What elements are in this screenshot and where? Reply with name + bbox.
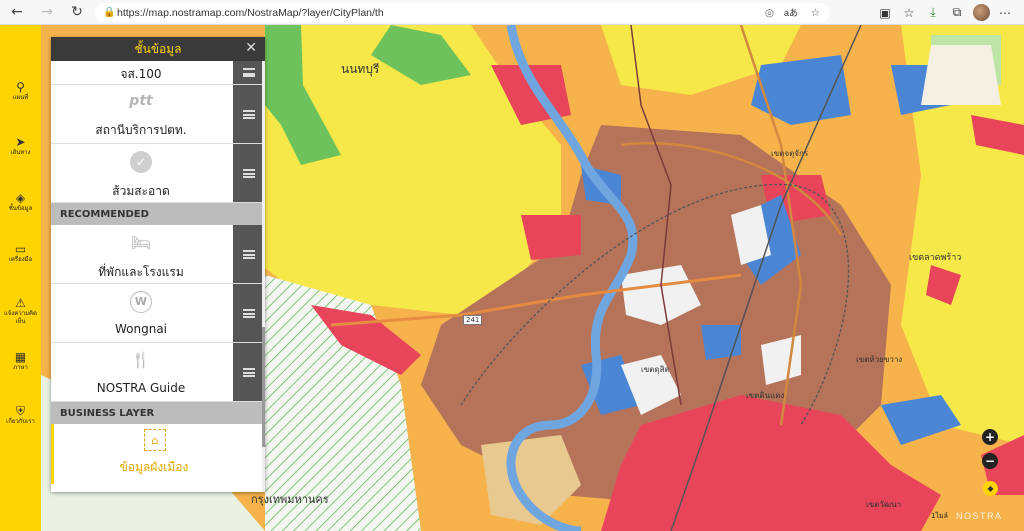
layer-row-ptt[interactable]: ptt สถานีบริการปตท.	[51, 85, 265, 144]
layer-options-button[interactable]	[233, 343, 265, 401]
rail-label: เกี่ยวกับเรา	[6, 418, 35, 425]
map-label-chatuchak: เขตจตุจักร	[771, 149, 809, 158]
read-aloud-icon[interactable]: aあ	[784, 6, 798, 19]
forward-icon[interactable]: →	[36, 1, 58, 23]
map-label-bangkok: กรุงเทพมหานคร	[251, 493, 329, 506]
layer-row-nostra-guide[interactable]: 🍴 NOSTRA Guide	[51, 343, 265, 402]
feedback-icon: ⚠	[15, 296, 26, 310]
list-icon	[243, 249, 255, 259]
recommended-section-header: RECOMMENDED	[51, 203, 265, 225]
download-icon[interactable]: ⤓	[922, 2, 944, 23]
zoom-in-button[interactable]: +	[982, 429, 998, 445]
map-label-dusit: เขตดุสิต	[641, 365, 670, 374]
favorite-star-icon[interactable]: ☆	[811, 7, 820, 19]
rail-item-language[interactable]: ▦ ภาษา	[0, 350, 41, 372]
collections-icon[interactable]: ⧉	[946, 2, 968, 23]
tools-icon: ▭	[14, 242, 27, 256]
list-icon	[243, 308, 255, 318]
wongnai-letter: W	[130, 291, 152, 313]
panel-title: ชั้นข้อมูล	[134, 41, 182, 56]
layer-row-clean-toilet[interactable]: ✓ ส้วมสะอาด	[51, 144, 265, 203]
layer-options-button[interactable]	[233, 284, 265, 342]
layers-icon: ◈	[15, 191, 26, 205]
layer-label: จส.100	[120, 67, 162, 81]
locate-me-button[interactable]: ◆	[983, 481, 998, 496]
layer-row-wongnai[interactable]: W Wongnai	[51, 284, 265, 343]
layer-label: ข้อมูลผังเมือง	[119, 460, 189, 474]
navigation-arrow-icon: ➤	[15, 135, 26, 149]
location-icon[interactable]: ◎	[765, 7, 774, 19]
rail-label: แผนที่	[12, 94, 29, 101]
list-icon	[243, 109, 255, 119]
layer-label: NOSTRA Guide	[96, 381, 186, 395]
list-icon	[243, 168, 255, 178]
map-label-din-daeng: เขตดินแดง	[746, 391, 785, 400]
rail-item-layers[interactable]: ◈ ชั้นข้อมูล	[0, 191, 41, 213]
favorites-icon[interactable]: ☆	[898, 2, 920, 23]
panel-header: ชั้นข้อมูล ✕	[51, 37, 265, 61]
layer-panel: ชั้นข้อมูล ✕ จส.100 ptt สถานีบริการปตท. …	[51, 37, 265, 492]
about-shield-icon: ⛨	[15, 404, 25, 418]
layer-label: ส้วมสะอาด	[112, 184, 170, 198]
bed-icon: 🛏	[130, 233, 152, 252]
layer-row-city-plan[interactable]: ⌂ ข้อมูลผังเมือง	[51, 424, 265, 484]
map-scale: 1ไมล์	[931, 512, 948, 520]
list-icon	[243, 68, 255, 77]
ptt-logo-icon: ptt	[129, 93, 153, 109]
map-label-nonthaburi: นนทบุรี	[341, 62, 380, 76]
rail-label: เส้นทาง	[10, 149, 31, 156]
map-label-lat-phrao: เขตลาดพร้าว	[909, 253, 962, 263]
map-label-huai-khwang: เขตห้วยขวาง	[856, 355, 903, 364]
rail-label: ภาษา	[13, 364, 28, 371]
fork-knife-icon: 🍴	[131, 351, 151, 369]
map-label-watthana: เขตวัฒนา	[866, 500, 902, 509]
back-icon[interactable]: ←	[6, 1, 28, 23]
layer-options-button[interactable]	[233, 61, 265, 84]
toilet-icon: ✓	[51, 151, 231, 173]
rail-label: เครื่องมือ	[8, 256, 33, 263]
rail-item-map[interactable]: ⚲ แผนที่	[0, 80, 41, 102]
wongnai-logo-icon: W	[51, 290, 231, 313]
city-plan-icon: ⌂	[144, 429, 166, 451]
layer-label: Wongnai	[114, 322, 168, 336]
close-icon[interactable]: ✕	[245, 40, 257, 56]
layer-options-button[interactable]	[233, 144, 265, 202]
rail-item-route[interactable]: ➤ เส้นทาง	[0, 135, 41, 157]
extension-icon[interactable]: ▣	[874, 2, 896, 23]
avatar[interactable]	[970, 2, 992, 23]
lock-icon: 🔒	[103, 7, 116, 18]
rail-item-feedback[interactable]: ⚠ แจ้งความคิดเห็น	[0, 296, 41, 326]
language-icon: ▦	[14, 350, 27, 364]
layer-row-js100[interactable]: จส.100	[51, 61, 265, 85]
rail-label: แจ้งความคิดเห็น	[4, 310, 37, 325]
refresh-icon[interactable]: ↻	[66, 1, 88, 23]
layer-row-hotels[interactable]: 🛏 ที่พักและโรงแรม	[51, 225, 265, 284]
browser-toolbar: ← → ↻ 🔒 https://map.nostramap.com/Nostra…	[0, 0, 1024, 25]
rail-item-tools[interactable]: ▭ เครื่องมือ	[0, 242, 41, 264]
crosshair-icon: ◆	[987, 484, 994, 493]
more-menu-icon[interactable]: ⋯	[994, 2, 1016, 23]
list-icon	[243, 367, 255, 377]
left-navigation-rail: ⚲ แผนที่ ➤ เส้นทาง ◈ ชั้นข้อมูล ▭ เครื่อ…	[0, 25, 41, 531]
url-text: https://map.nostramap.com/NostraMap/?lay…	[117, 6, 384, 19]
map-pin-icon: ⚲	[16, 80, 25, 94]
rail-item-about[interactable]: ⛨ เกี่ยวกับเรา	[0, 404, 41, 426]
address-bar[interactable]: 🔒 https://map.nostramap.com/NostraMap/?l…	[95, 3, 830, 22]
layer-options-button[interactable]	[233, 85, 265, 143]
rail-label: ชั้นข้อมูล	[8, 205, 33, 212]
layer-options-button[interactable]	[233, 225, 265, 283]
layer-label: สถานีบริการปตท.	[95, 123, 187, 137]
business-layer-section-header: BUSINESS LAYER	[51, 402, 265, 424]
layer-label: ที่พักและโรงแรม	[98, 265, 184, 279]
route-shield: 241	[463, 315, 483, 325]
panel-scroll-thumb[interactable]	[262, 327, 265, 447]
nostra-watermark: NOSTRA	[956, 511, 1003, 521]
zoom-out-button[interactable]: −	[982, 453, 998, 469]
